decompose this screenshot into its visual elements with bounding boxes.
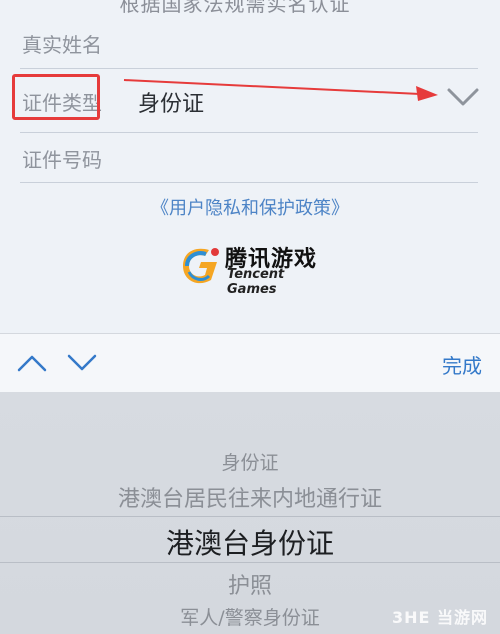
picker-option[interactable]: 护照 bbox=[0, 568, 500, 600]
logo-english: Tencent Games bbox=[227, 267, 285, 297]
picker-selection-line-bottom bbox=[0, 562, 500, 563]
picker-option[interactable]: 港澳台居民往来内地通行证 bbox=[0, 481, 500, 513]
annotation-arrow-icon bbox=[123, 79, 438, 101]
tencent-games-logo-icon bbox=[183, 248, 219, 284]
real-name-field[interactable]: 真实姓名 bbox=[20, 20, 478, 69]
picker-selection-line-top bbox=[0, 516, 500, 517]
privacy-policy-link[interactable]: 《用户隐私和保护政策》 bbox=[0, 194, 500, 220]
picker-option[interactable]: 身份证 bbox=[0, 448, 500, 475]
chevron-down-nav-icon[interactable] bbox=[66, 352, 98, 374]
picker-option-selected[interactable]: 港澳台身份证 bbox=[0, 522, 500, 562]
id-type-picker[interactable]: 身份证 港澳台居民往来内地通行证 港澳台身份证 护照 军人/警察身份证 3HE … bbox=[0, 392, 500, 634]
chevron-down-icon[interactable] bbox=[445, 84, 481, 112]
done-button[interactable]: 完成 bbox=[442, 350, 482, 379]
picker-toolbar: 完成 bbox=[0, 333, 500, 393]
tencent-games-logo: 腾讯游戏 Tencent Games bbox=[175, 238, 325, 297]
real-name-label: 真实姓名 bbox=[22, 33, 102, 57]
chevron-up-icon[interactable] bbox=[16, 352, 48, 374]
site-watermark: 3HE 当游网 bbox=[391, 608, 488, 627]
annotation-highlight-box bbox=[12, 74, 100, 120]
id-number-field[interactable]: 证件号码 bbox=[20, 134, 478, 183]
cutoff-heading: 根据国家法规需实名认证 bbox=[119, 0, 351, 16]
verification-form: 根据国家法规需实名认证 真实姓名 证件类型 身份证 证件号码 《用户隐私和保护政… bbox=[0, 0, 500, 333]
id-number-label: 证件号码 bbox=[22, 148, 102, 172]
